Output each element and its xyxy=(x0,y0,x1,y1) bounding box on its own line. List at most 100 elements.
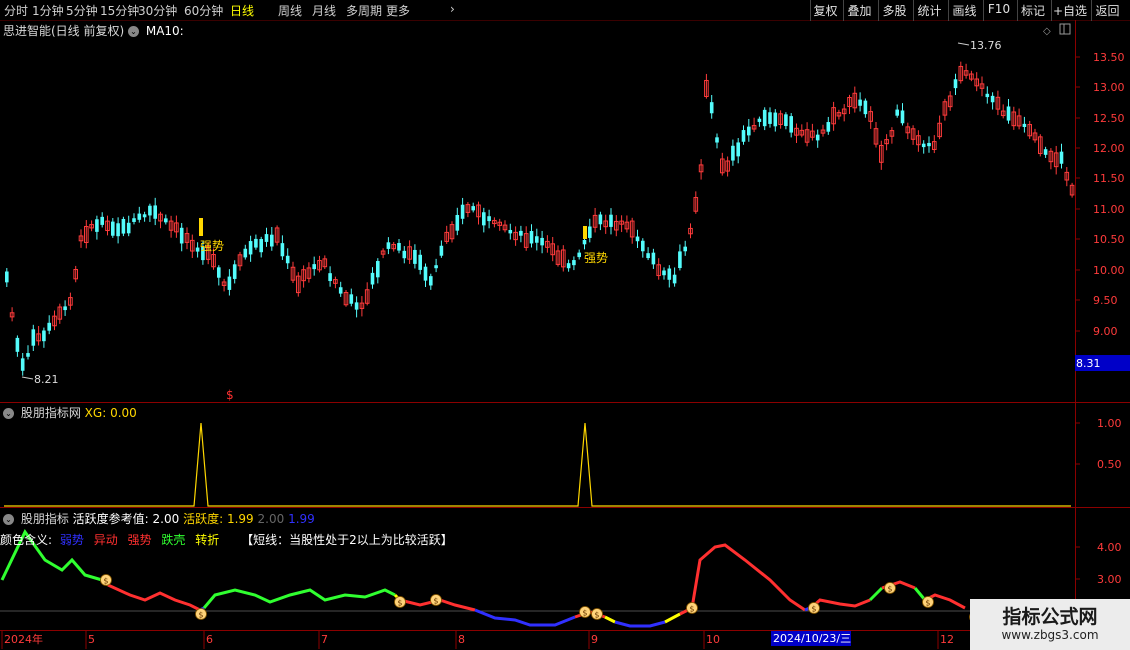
toolbar-button-8[interactable]: 返回 xyxy=(1091,0,1123,21)
toolbar-button-6[interactable]: 标记 xyxy=(1017,0,1048,21)
activity-segment xyxy=(474,608,576,627)
watermark-url: www.zbgs3.com xyxy=(1001,628,1099,642)
candle-body xyxy=(423,266,428,281)
candle-body xyxy=(482,212,486,226)
candle-body xyxy=(826,122,831,132)
candle-body xyxy=(254,238,258,248)
candle-body xyxy=(1022,123,1027,127)
candle-body xyxy=(179,227,184,244)
xg-tick-label: 1.00 xyxy=(1097,417,1122,430)
candle-body xyxy=(26,353,30,357)
price-tick-label: 13.50 xyxy=(1093,51,1125,64)
candle-body xyxy=(164,218,168,223)
candle-body xyxy=(42,330,46,342)
stock-chart[interactable]: 13.50 13.00 12.50 12.00 11.50 11.00 10.50 10.00… xyxy=(0,20,1130,650)
legend-item-strong: 强势 xyxy=(127,533,152,547)
candle-body xyxy=(715,137,719,143)
candle-body xyxy=(31,329,36,346)
candle-body xyxy=(195,247,200,252)
toolbar-button-5[interactable]: F10 xyxy=(983,0,1014,21)
period-5[interactable]: 60分钟 xyxy=(184,2,223,19)
toolbar-button-2[interactable]: 多股 xyxy=(878,0,910,21)
price-tick-label: 13.00 xyxy=(1093,81,1125,94)
layout-icon[interactable] xyxy=(1059,23,1071,35)
money-bag-glyph: $ xyxy=(582,609,587,618)
candle-body xyxy=(5,271,9,283)
candle-body xyxy=(397,242,401,251)
toolbar-button-3[interactable]: 统计 xyxy=(913,0,945,21)
period-0[interactable]: 分时 xyxy=(4,2,28,19)
toolbar-button-4[interactable]: 画线 xyxy=(948,0,980,21)
candle-body xyxy=(709,102,714,114)
chevron-down-icon[interactable]: ⌄ xyxy=(128,26,140,37)
activity-segment xyxy=(604,615,616,624)
money-bag-glyph: $ xyxy=(198,611,203,620)
period-6[interactable]: 日线 xyxy=(230,2,254,19)
period-2[interactable]: 5分钟 xyxy=(66,2,98,19)
candle-body xyxy=(900,110,905,124)
xg-line xyxy=(4,422,1071,507)
date-tick-label: 8 xyxy=(458,633,465,646)
chevron-down-icon[interactable]: ⌄ xyxy=(3,408,14,419)
chevron-down-icon[interactable]: ⌄ xyxy=(3,514,14,525)
signal-label-2: 强势 xyxy=(584,251,608,265)
period-toolbar: 分时 1分钟 5分钟 15分钟 30分钟 60分钟 日线 周线 月线 多周期 更多 › 复权 叠加 多股 统计… xyxy=(0,0,1130,21)
signal-candle-1 xyxy=(199,218,203,236)
period-4[interactable]: 30分钟 xyxy=(138,2,177,19)
candle-body xyxy=(1059,151,1064,164)
candle-body xyxy=(20,358,25,371)
xg-title: 股朋指标网 xyxy=(20,406,81,420)
toolbar-button-7[interactable]: +自选 xyxy=(1051,0,1088,21)
candle-body xyxy=(588,226,592,238)
candle-body xyxy=(815,134,820,141)
activity-segment xyxy=(811,598,871,609)
main-panel-header: 思进智能(日线 前复权) ⌄ MA10: xyxy=(3,22,184,39)
date-tick-label: 10 xyxy=(706,633,720,646)
candle-body xyxy=(529,231,534,244)
candle-body xyxy=(683,246,687,252)
dollar-marker: $ xyxy=(226,388,234,402)
legend-item-fall: 跌壳 xyxy=(161,533,186,547)
legend-item-move: 异动 xyxy=(93,533,118,547)
candle-body xyxy=(641,240,645,252)
candle-body xyxy=(439,245,444,256)
candlestick-series xyxy=(5,61,1075,376)
period-8[interactable]: 月线 xyxy=(312,2,336,19)
period-1[interactable]: 1分钟 xyxy=(32,2,64,19)
candle-body xyxy=(434,265,438,269)
price-tick-label: 9.00 xyxy=(1093,325,1118,338)
toolbar-button-1[interactable]: 叠加 xyxy=(843,0,875,21)
period-7[interactable]: 周线 xyxy=(278,2,302,19)
extra-value-1: 2.00 xyxy=(257,512,285,526)
candle-body xyxy=(667,268,672,280)
price-tick-label: 10.00 xyxy=(1093,264,1125,277)
candle-body xyxy=(927,142,931,147)
candle-body xyxy=(540,237,544,246)
price-tick-label: 12.50 xyxy=(1093,112,1125,125)
candle-body xyxy=(460,204,465,219)
candle-body xyxy=(784,114,788,127)
candle-body xyxy=(582,239,587,245)
candle-body xyxy=(248,241,253,255)
toolbar-button-0[interactable]: 复权 xyxy=(810,0,840,21)
candle-body xyxy=(757,118,762,122)
candle-body xyxy=(535,236,539,243)
legend-item-weak: 弱势 xyxy=(59,533,84,547)
candle-body xyxy=(132,218,136,222)
low-price-label: 8.21 xyxy=(34,373,59,386)
current-price-value: 8.31 xyxy=(1076,357,1101,370)
act-tick-label: 4.00 xyxy=(1097,541,1122,554)
activity-panel-header: ⌄ 股朋指标 活跃度参考值: 2.00 活跃度: 1.99 2.00 1.99 xyxy=(3,510,315,527)
candle-body xyxy=(672,274,677,284)
chevron-right-icon[interactable]: › xyxy=(450,2,455,16)
candle-body xyxy=(148,205,152,216)
diamond-icon[interactable]: ◇ xyxy=(1043,26,1051,37)
candle-body xyxy=(508,229,513,234)
candle-body xyxy=(95,219,99,232)
date-tick-label: 5 xyxy=(88,633,95,646)
period-10[interactable]: 更多 xyxy=(386,2,410,19)
period-3[interactable]: 15分钟 xyxy=(100,2,139,19)
act-value: 1.99 xyxy=(226,512,254,526)
period-9[interactable]: 多周期 xyxy=(346,2,382,19)
candle-body xyxy=(418,254,422,270)
